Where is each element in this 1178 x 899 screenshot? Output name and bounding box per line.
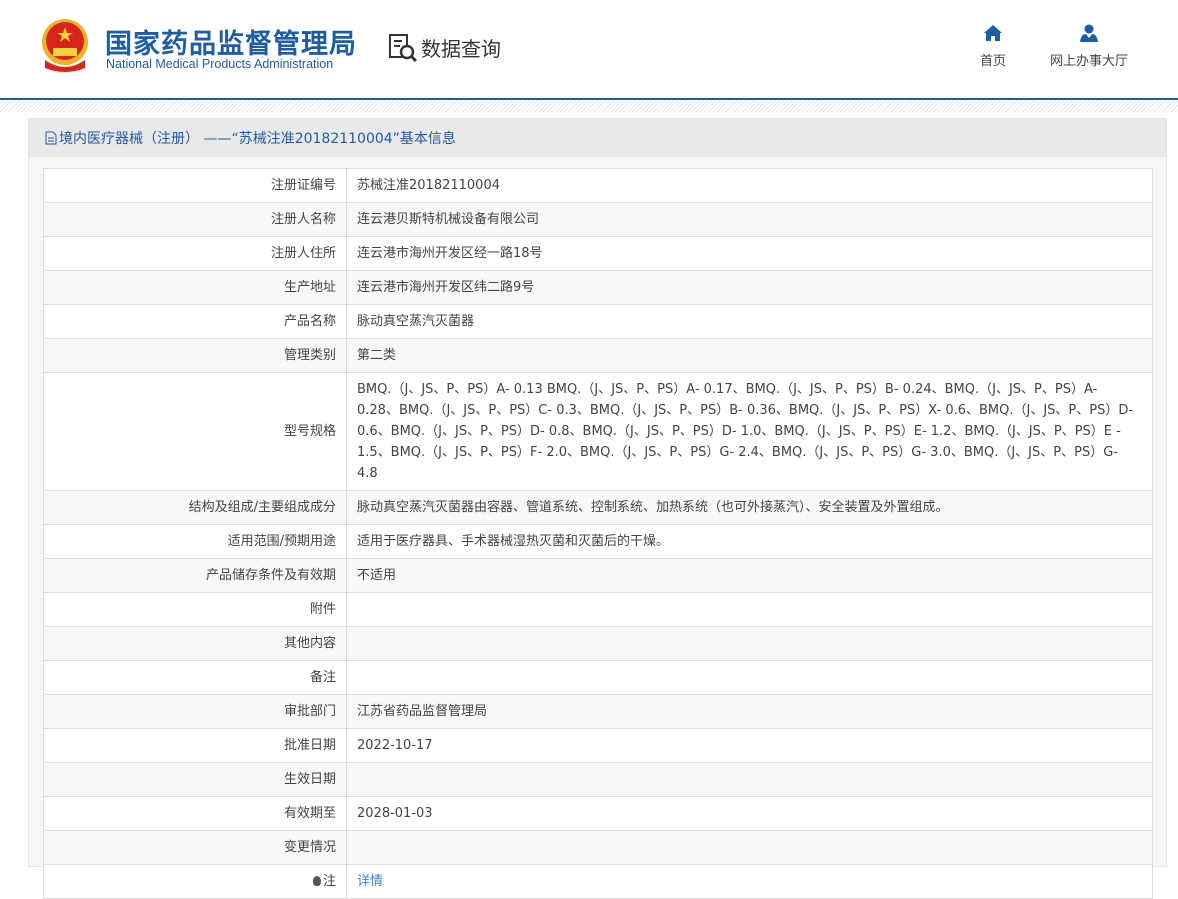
home-icon [984, 25, 1002, 41]
info-panel: 境内医疗器械（注册） ——“苏械注准20182110004”基本信息 注册证编号… [28, 118, 1167, 899]
field-value [346, 626, 1153, 661]
field-value [346, 830, 1153, 865]
field-label: 生产地址 [43, 270, 347, 305]
table-row: 有效期至 2028-01-03 [43, 796, 1153, 831]
field-value: 第二类 [346, 338, 1153, 373]
nav-label: 网上办事大厅 [1050, 54, 1129, 69]
details-link[interactable]: 详情 [357, 874, 383, 889]
field-value: 2022-10-17 [346, 728, 1153, 763]
info-table: 注册证编号 苏械注准20182110004 注册人名称 连云港贝斯特机械设备有限公司注… [43, 168, 1153, 899]
document-icon [45, 131, 57, 145]
field-value: 连云港市海州开发区纬二路9号 [346, 270, 1153, 305]
field-label: 管理类别 [43, 338, 347, 373]
section-label: 数据查询 [421, 36, 501, 61]
field-label: 注 [43, 864, 347, 899]
field-value: 苏械注准20182110004 [346, 168, 1153, 203]
field-label: 有效期至 [43, 796, 347, 831]
field-label: 变更情况 [43, 830, 347, 865]
table-row: 产品名称 脉动真空蒸汽灭菌器 [43, 304, 1153, 339]
table-row: 审批部门 江苏省药品监督管理局 [43, 694, 1153, 729]
table-row: 产品储存条件及有效期 不适用 [43, 558, 1153, 593]
table-row: 变更情况 [43, 830, 1153, 865]
field-value [346, 660, 1153, 695]
field-value: 详情 [346, 864, 1153, 899]
document-search-icon [389, 34, 418, 62]
nav-online-hall[interactable]: 网上办事大厅 [1050, 24, 1128, 69]
nav-home[interactable]: 首页 [980, 24, 1006, 69]
table-row: 生效日期 [43, 762, 1153, 797]
panel-title: 境内医疗器械（注册） ——“苏械注准20182110004”基本信息 [29, 119, 1166, 157]
logo-title-en: National Medical Products Administration [106, 57, 334, 71]
logo-title-cn: 国家药品监督管理局 [105, 29, 357, 60]
table-row: 结构及组成/主要组成成分 脉动真空蒸汽灭菌器由容器、管道系统、控制系统、加热系统（… [43, 490, 1153, 525]
field-label: 产品名称 [43, 304, 347, 339]
field-label: 批准日期 [43, 728, 347, 763]
table-row: 注册人名称 连云港贝斯特机械设备有限公司 [43, 202, 1153, 237]
field-label: 其他内容 [43, 626, 347, 661]
field-label: 生效日期 [43, 762, 347, 797]
table-row: 注册证编号 苏械注准20182110004 [43, 168, 1153, 203]
field-value [346, 592, 1153, 627]
field-label: 注册人名称 [43, 202, 347, 237]
table-row: 型号规格 BMQ.（J、JS、P、PS）A- 0.13 BMQ.（J、JS、P、P… [43, 372, 1153, 491]
field-value [346, 762, 1153, 797]
table-row: 其他内容 [43, 626, 1153, 661]
table-row-note: 注 详情 [43, 864, 1153, 899]
field-value: 连云港贝斯特机械设备有限公司 [346, 202, 1153, 237]
national-emblem-icon [42, 19, 88, 72]
field-label: 结构及组成/主要组成成分 [43, 490, 347, 525]
field-value: 不适用 [346, 558, 1153, 593]
field-value: 江苏省药品监督管理局 [346, 694, 1153, 729]
header-divider [0, 100, 1178, 112]
field-label: 型号规格 [43, 372, 347, 491]
table-row: 适用范围/预期用途 适用于医疗器具、手术器械湿热灭菌和灭菌后的干燥。 [43, 524, 1153, 559]
field-label: 注册证编号 [43, 168, 347, 203]
table-row: 附件 [43, 592, 1153, 627]
table-row: 备注 [43, 660, 1153, 695]
data-query-title: 数据查询 [388, 32, 501, 62]
table-row: 注册人住所 连云港市海州开发区经一路18号 [43, 236, 1153, 271]
nav-label: 首页 [980, 54, 1007, 69]
field-label: 适用范围/预期用途 [43, 524, 347, 559]
field-value: 适用于医疗器具、手术器械湿热灭菌和灭菌后的干燥。 [346, 524, 1153, 559]
field-value: 2028-01-03 [346, 796, 1153, 831]
field-value: 脉动真空蒸汽灭菌器由容器、管道系统、控制系统、加热系统（也可外接蒸汽）、安全装置… [346, 490, 1153, 525]
field-value: 脉动真空蒸汽灭菌器 [346, 304, 1153, 339]
field-label: 产品储存条件及有效期 [43, 558, 347, 593]
field-label: 审批部门 [43, 694, 347, 729]
table-row: 批准日期 2022-10-17 [43, 728, 1153, 763]
field-value: BMQ.（J、JS、P、PS）A- 0.13 BMQ.（J、JS、P、PS）A-… [346, 372, 1153, 491]
note-label: 注 [322, 874, 336, 889]
field-label: 附件 [43, 592, 347, 627]
panel-title-text: 境内医疗器械（注册） ——“苏械注准20182110004”基本信息 [59, 131, 456, 147]
bulb-icon [312, 876, 321, 886]
site-header: 国家药品监督管理局 National Medical Products Admi… [0, 0, 1178, 100]
field-value: 连云港市海州开发区经一路18号 [346, 236, 1153, 271]
table-row: 生产地址 连云港市海州开发区纬二路9号 [43, 270, 1153, 305]
field-label: 注册人住所 [43, 236, 347, 271]
user-icon [1080, 24, 1098, 42]
field-label: 备注 [43, 660, 347, 695]
table-row: 管理类别 第二类 [43, 338, 1153, 373]
